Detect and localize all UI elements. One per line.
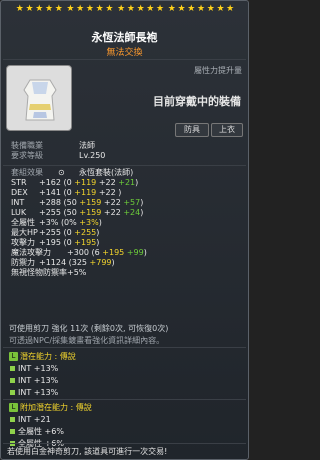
level-row: 要求等級 Lv.250	[11, 151, 244, 161]
divider	[3, 59, 246, 60]
potential-section: L 潛在能力 : 傳說 INT +13% INT +13% INT +13%	[9, 351, 242, 399]
additional-title: L 附加潛在能力 : 傳說	[9, 402, 242, 414]
stat-row: INT +288 (50 +159 +22 +57)	[11, 198, 144, 207]
star-icon: ★	[54, 4, 63, 14]
star-icon: ★	[226, 4, 235, 14]
stat-label: LUK	[11, 208, 27, 217]
stat-row: DEX +141 (0 +119 +22 )	[11, 188, 122, 197]
star-icon: ★	[44, 4, 54, 14]
enhance-info: 可使用剪刀 強化 11次 (剩餘0次, 可恢復0次) 可透過NPC/採集鍍畫看強…	[9, 323, 242, 347]
level-label: 要求等級	[11, 151, 43, 160]
bullet-icon	[10, 390, 15, 395]
set-row: 套組效果 ⊙ 永恆套裝(法師)	[11, 168, 244, 178]
potential-line: 全屬性 +6%	[9, 426, 242, 438]
potential-line: INT +13%	[9, 375, 242, 387]
star-icon: ★	[66, 4, 75, 14]
footer-note: 若使用白金神奇剪刀, 該道具可進行一次交易!	[7, 447, 168, 456]
stat-row: 防禦力 +1124 (325 +799)	[11, 258, 115, 267]
stat-compare-label: 屬性力提升量	[194, 66, 242, 75]
divider	[3, 165, 246, 166]
stat-label: INT	[11, 198, 25, 207]
star-icon: ★	[206, 4, 215, 14]
trade-status: 無法交換	[106, 48, 143, 58]
enhance-hint: 可透過NPC/採集鍍畫看強化資訊詳細內容。	[9, 336, 165, 345]
requirements: 裝備職業 法師 要求等級 Lv.250	[11, 141, 244, 161]
star-icon: ★	[105, 4, 114, 14]
star-icon: ★	[117, 4, 126, 14]
level-value: Lv.250	[79, 151, 106, 160]
star-icon: ★	[25, 4, 34, 14]
stat-row: 無視怪物防禦率 +5%	[11, 268, 87, 277]
equipped-status: 目前穿戴中的裝備	[153, 95, 241, 108]
star-icon: ★	[156, 4, 165, 14]
set-label: 套組效果	[11, 168, 43, 177]
stat-row: LUK +255 (50 +159 +22 +24)	[11, 208, 144, 217]
star-icon: ★	[146, 4, 155, 14]
potential-line: INT +13%	[9, 363, 242, 375]
bullet-icon	[10, 417, 15, 422]
divider	[3, 399, 246, 400]
job-label: 裝備職業	[11, 141, 43, 150]
star-icon: ★	[85, 4, 94, 14]
stat-row: 最大HP +255 (0 +255)	[11, 228, 100, 237]
stat-row: 攻擊力 +195 (0 +195)	[11, 238, 100, 247]
star-icon: ★	[95, 4, 104, 14]
item-name: 永恆法師長袍	[91, 31, 158, 44]
star-icon: ★	[126, 4, 135, 14]
potential-line: INT +21	[9, 414, 242, 426]
stat-label: DEX	[11, 188, 28, 197]
category-chip: 防具	[175, 123, 209, 137]
divider	[3, 347, 246, 348]
potential-line: INT +13%	[9, 387, 242, 399]
star-icon: ★	[35, 4, 44, 14]
star-icon: ★	[76, 4, 85, 14]
divider	[3, 443, 246, 444]
legendary-badge-icon: L	[9, 352, 18, 361]
set-name[interactable]: 永恆套裝(法師)	[79, 168, 133, 178]
stat-row: STR +162 (0 +119 +22 +21)	[11, 178, 139, 187]
star-icon: ★	[15, 4, 24, 14]
job-row: 裝備職業 法師	[11, 141, 244, 151]
bullet-icon	[10, 429, 15, 434]
item-icon-frame	[6, 65, 72, 131]
star-icon: ★	[177, 4, 186, 14]
enhance-line: 可使用剪刀 強化 11次 (剩餘0次, 可恢復0次)	[9, 324, 169, 333]
potential-title: L 潛在能力 : 傳說	[9, 351, 242, 363]
slot-chip: 上衣	[211, 123, 243, 137]
star-icon: ★	[196, 4, 206, 14]
bullet-icon	[10, 378, 15, 383]
legendary-badge-icon: L	[9, 403, 18, 412]
robe-icon	[23, 79, 57, 121]
star-force-row: ★ ★ ★ ★ ★ ★ ★ ★ ★ ★ ★ ★ ★ ★ ★ ★ ★ ★ ★ ★ ★ ★	[15, 4, 235, 14]
stat-row: 全屬性 +3% (0% +3%)	[11, 218, 102, 227]
star-icon: ★	[167, 4, 176, 14]
stat-row: 魔法攻擊力 +300 (6 +195 +99)	[11, 248, 147, 257]
job-value: 法師	[79, 141, 95, 150]
bullet-icon	[10, 366, 15, 371]
item-tooltip: ★ ★ ★ ★ ★ ★ ★ ★ ★ ★ ★ ★ ★ ★ ★ ★ ★ ★ ★ ★ ★ ★ 永恆法師長袍 無法交換 屬性力提升…	[0, 0, 249, 460]
star-icon: ★	[216, 4, 225, 14]
stat-label: STR	[11, 178, 27, 187]
star-icon: ★	[136, 4, 145, 14]
stat-block: 套組效果 ⊙ 永恆套裝(法師) STR +162 (0 +119 +22 +21)…	[11, 168, 244, 278]
set-link-icon[interactable]: ⊙	[58, 168, 65, 178]
star-icon: ★	[187, 4, 196, 14]
